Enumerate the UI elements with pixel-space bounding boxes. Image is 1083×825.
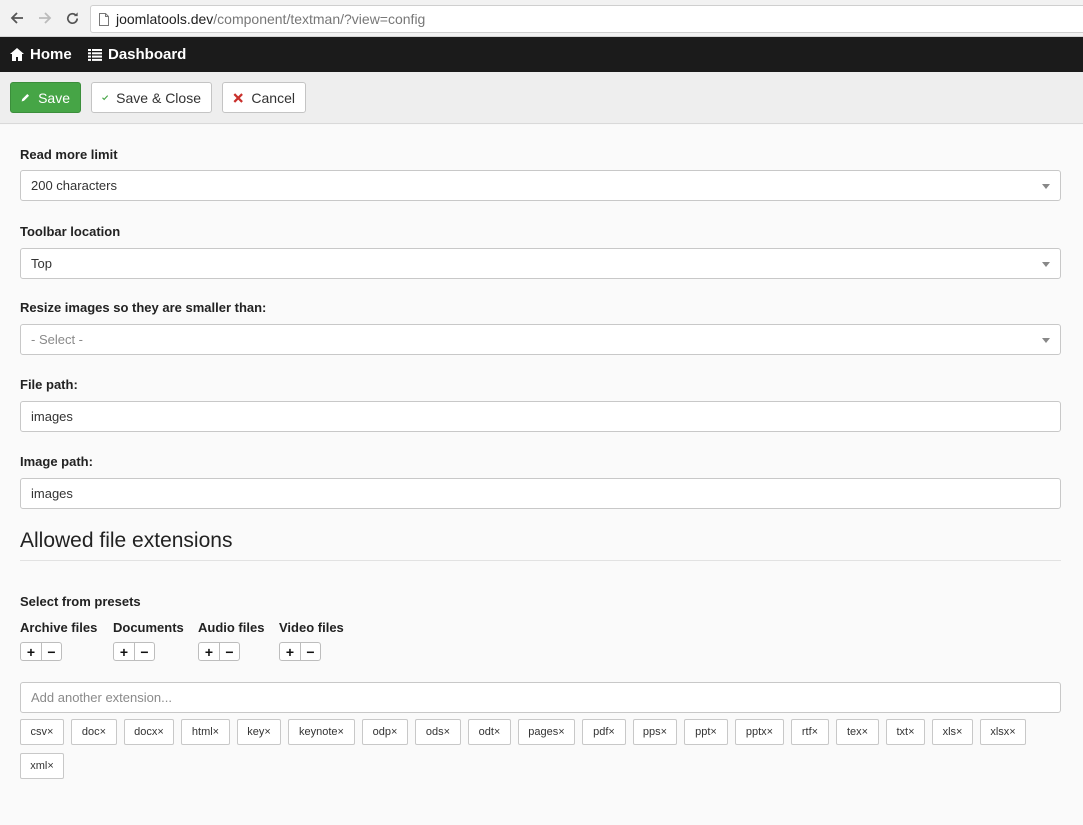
extension-chip[interactable]: txt×: [886, 719, 925, 745]
pencil-icon: [21, 94, 30, 102]
extension-chip[interactable]: keynote×: [288, 719, 355, 745]
image-path-input[interactable]: images: [20, 478, 1061, 509]
extension-chip[interactable]: docx×: [124, 719, 174, 745]
url-host: joomlatools.dev: [116, 11, 214, 27]
dashboard-link[interactable]: Dashboard: [88, 37, 186, 72]
reload-icon[interactable]: [62, 8, 82, 28]
save-close-button[interactable]: Save & Close: [91, 82, 212, 113]
action-toolbar: Save Save & Close Cancel: [0, 72, 1083, 124]
extension-chip[interactable]: rtf×: [791, 719, 829, 745]
chevron-down-icon: [1042, 184, 1050, 189]
read-more-value: 200 characters: [31, 178, 117, 193]
preset-toggle: + −: [20, 642, 62, 661]
extension-chip[interactable]: key×: [237, 719, 281, 745]
browser-toolbar: joomlatools.dev/component/textman/?view=…: [0, 0, 1083, 37]
extension-chip[interactable]: csv×: [20, 719, 64, 745]
cancel-label: Cancel: [251, 89, 295, 106]
section-divider: [20, 560, 1061, 561]
home-label: Home: [30, 46, 72, 63]
preset-name: Documents: [113, 620, 184, 635]
add-extension-placeholder: Add another extension...: [31, 690, 172, 705]
minus-button[interactable]: −: [40, 643, 61, 660]
extension-chip[interactable]: pdf×: [582, 719, 626, 745]
plus-button[interactable]: +: [21, 643, 41, 660]
presets-label: Select from presets: [20, 594, 141, 609]
minus-button[interactable]: −: [299, 643, 320, 660]
toolbar-location-value: Top: [31, 256, 52, 271]
extension-chip[interactable]: xlsx×: [980, 719, 1026, 745]
resize-images-placeholder: - Select -: [31, 332, 84, 347]
extension-chip[interactable]: xml×: [20, 753, 64, 779]
extension-chip[interactable]: ppt×: [684, 719, 728, 745]
close-icon: [233, 92, 243, 103]
extension-chip[interactable]: tex×: [836, 719, 879, 745]
chevron-down-icon: [1042, 262, 1050, 267]
list-icon: [88, 48, 102, 61]
home-icon: [10, 48, 24, 61]
plus-button[interactable]: +: [280, 643, 300, 660]
extension-chip[interactable]: ods×: [415, 719, 461, 745]
read-more-select[interactable]: 200 characters: [20, 170, 1061, 201]
minus-button[interactable]: −: [133, 643, 154, 660]
back-icon[interactable]: [7, 8, 27, 28]
preset-name: Archive files: [20, 620, 98, 635]
toolbar-location-label: Toolbar location: [20, 224, 121, 239]
plus-button[interactable]: +: [199, 643, 219, 660]
preset-name: Audio files: [198, 620, 265, 635]
check-icon: [102, 95, 109, 101]
image-path-value: images: [31, 486, 73, 501]
preset-video: Video files + −: [279, 620, 344, 661]
extension-chip[interactable]: odp×: [362, 719, 408, 745]
extensions-heading: Allowed file extensions: [20, 529, 233, 552]
preset-archive: Archive files + −: [20, 620, 98, 661]
minus-button[interactable]: −: [218, 643, 239, 660]
file-path-label: File path:: [20, 377, 78, 392]
plus-button[interactable]: +: [114, 643, 134, 660]
extension-chip[interactable]: html×: [181, 719, 230, 745]
extension-chip[interactable]: doc×: [71, 719, 117, 745]
home-link[interactable]: Home: [10, 37, 72, 72]
chevron-down-icon: [1042, 338, 1050, 343]
url-path: /component/textman/?view=config: [213, 11, 426, 27]
extension-chip[interactable]: odt×: [468, 719, 511, 745]
image-path-label: Image path:: [20, 454, 93, 469]
preset-toggle: + −: [279, 642, 321, 661]
page-icon: [99, 13, 109, 26]
extension-chip[interactable]: pages×: [518, 719, 575, 745]
extension-chip[interactable]: pptx×: [735, 719, 784, 745]
preset-audio: Audio files + −: [198, 620, 265, 661]
toolbar-location-select[interactable]: Top: [20, 248, 1061, 279]
extension-chip[interactable]: pps×: [633, 719, 677, 745]
url-text: joomlatools.dev/component/textman/?view=…: [116, 11, 425, 27]
resize-images-label: Resize images so they are smaller than:: [20, 300, 267, 315]
config-form: Read more limit 200 characters Toolbar l…: [0, 125, 1083, 825]
preset-toggle: + −: [113, 642, 155, 661]
read-more-label: Read more limit: [20, 147, 118, 162]
extension-chip[interactable]: xls×: [932, 719, 973, 745]
forward-icon[interactable]: [35, 8, 55, 28]
resize-images-select[interactable]: - Select -: [20, 324, 1061, 355]
file-path-input[interactable]: images: [20, 401, 1061, 432]
preset-toggle: + −: [198, 642, 240, 661]
preset-documents: Documents + −: [113, 620, 184, 661]
address-bar[interactable]: joomlatools.dev/component/textman/?view=…: [90, 5, 1083, 33]
add-extension-input[interactable]: Add another extension...: [20, 682, 1061, 713]
dashboard-label: Dashboard: [108, 46, 187, 63]
cancel-button[interactable]: Cancel: [222, 82, 306, 113]
file-path-value: images: [31, 409, 73, 424]
admin-header: Home Dashboard: [0, 37, 1083, 72]
save-label: Save: [38, 89, 70, 106]
save-close-label: Save & Close: [116, 89, 201, 106]
preset-name: Video files: [279, 620, 344, 635]
save-button[interactable]: Save: [10, 82, 81, 113]
